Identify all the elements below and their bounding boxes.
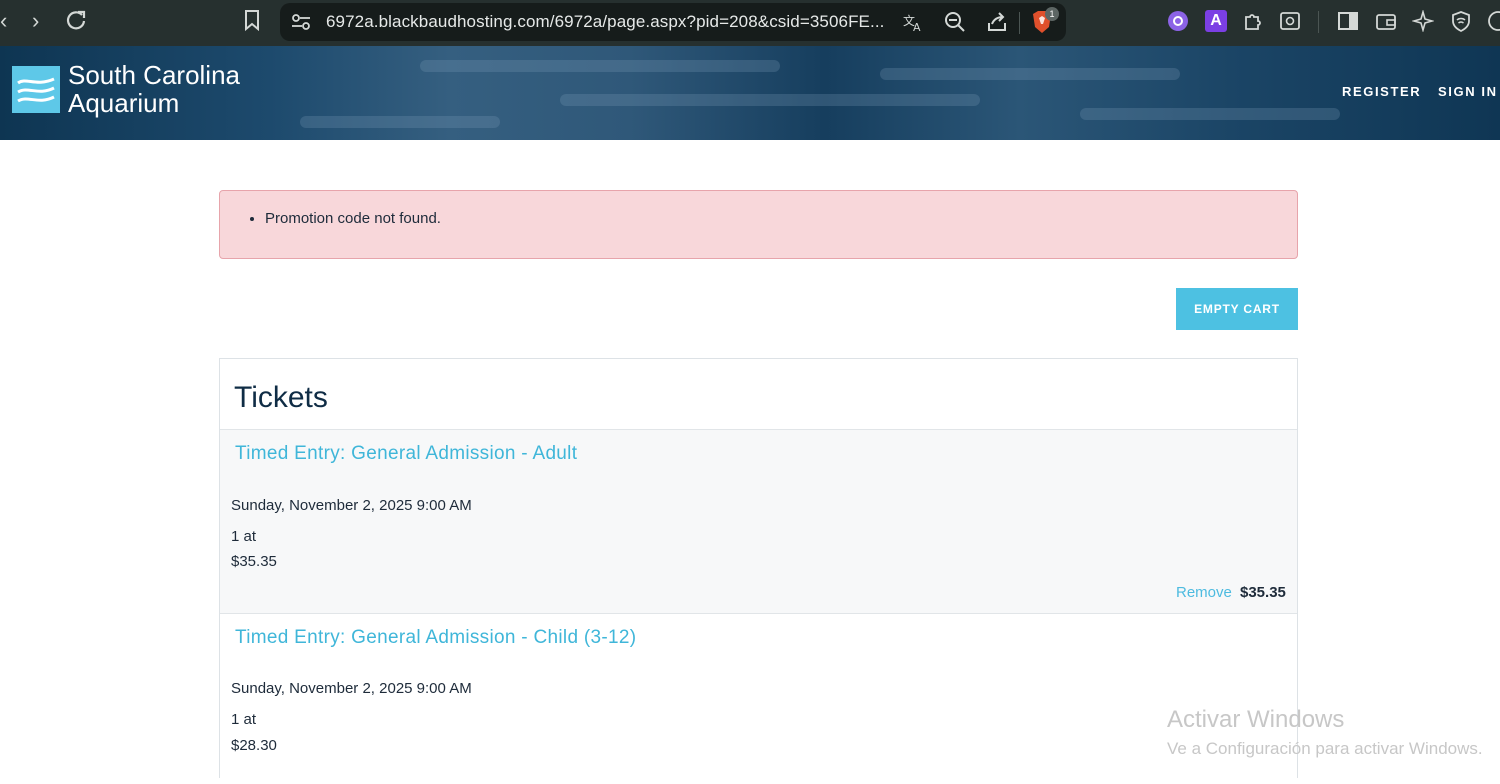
windows-watermark-subtitle: Ve a Configuración para activar Windows.	[1167, 739, 1483, 758]
item-unit-price: $28.30	[231, 737, 277, 754]
url-text: 6972a.blackbaudhosting.com/6972a/page.as…	[326, 12, 885, 31]
cart-item: Timed Entry: General Admission - Adult S…	[220, 430, 1297, 613]
remove-link[interactable]: Remove	[1176, 584, 1232, 601]
site-header: South Carolina Aquarium REGISTER SIGN IN	[0, 46, 1500, 140]
bookmark-icon[interactable]	[243, 9, 261, 31]
tickets-panel: Tickets Timed Entry: General Admission -…	[219, 358, 1298, 784]
extension-icon[interactable]	[1167, 10, 1189, 32]
item-quantity: 1 at	[231, 711, 257, 728]
svg-text:A: A	[913, 21, 921, 33]
forward-icon[interactable]: ›	[32, 8, 39, 34]
logo-line-2: Aquarium	[68, 88, 180, 118]
shields-count-badge: 1	[1045, 7, 1059, 21]
extension-a-icon[interactable]: A	[1205, 10, 1227, 32]
vpn-shield-icon[interactable]	[1450, 10, 1472, 32]
translate-icon[interactable]: 文 A	[902, 11, 924, 33]
error-alert: Promotion code not found.	[219, 190, 1298, 259]
item-line-total: $35.35	[1240, 584, 1286, 601]
register-link[interactable]: REGISTER	[1342, 84, 1421, 99]
browser-toolbar: ‹ › 6972a.blackbaudhosting.com/6972a/pag…	[0, 0, 1500, 46]
empty-cart-button[interactable]: EMPTY CART	[1176, 288, 1298, 330]
back-icon[interactable]: ‹	[0, 8, 7, 34]
puzzle-extensions-icon[interactable]	[1242, 10, 1264, 32]
item-date: Sunday, November 2, 2025 9:00 AM	[231, 680, 472, 697]
logo-line-1: South Carolina	[68, 60, 240, 90]
profile-icon[interactable]	[1487, 10, 1500, 32]
sidebar-icon[interactable]	[1337, 10, 1359, 32]
item-unit-price: $35.35	[231, 553, 277, 570]
windows-watermark-title: Activar Windows	[1167, 706, 1345, 733]
address-bar[interactable]: 6972a.blackbaudhosting.com/6972a/page.as…	[280, 3, 1066, 41]
aquarium-logo-icon[interactable]	[12, 66, 60, 113]
item-date: Sunday, November 2, 2025 9:00 AM	[231, 497, 472, 514]
site-settings-icon[interactable]	[290, 12, 312, 32]
alert-message: Promotion code not found.	[265, 210, 441, 227]
reload-icon[interactable]	[65, 9, 87, 31]
separator	[1318, 11, 1319, 33]
separator	[1019, 12, 1020, 34]
share-icon[interactable]	[986, 11, 1008, 33]
cart-item: Timed Entry: General Admission - Child (…	[220, 614, 1297, 784]
item-name-link[interactable]: Timed Entry: General Admission - Adult	[235, 443, 577, 465]
item-name-link[interactable]: Timed Entry: General Admission - Child (…	[235, 627, 636, 649]
sign-in-link[interactable]: SIGN IN	[1438, 84, 1498, 99]
site-logo-text[interactable]: South Carolina Aquarium	[68, 61, 240, 117]
leo-ai-icon[interactable]	[1412, 10, 1434, 32]
wallet-icon[interactable]	[1375, 10, 1397, 32]
zoom-icon[interactable]	[944, 11, 966, 33]
item-quantity: 1 at	[231, 528, 257, 545]
reader-icon[interactable]	[1279, 10, 1301, 32]
section-title: Tickets	[234, 381, 328, 414]
